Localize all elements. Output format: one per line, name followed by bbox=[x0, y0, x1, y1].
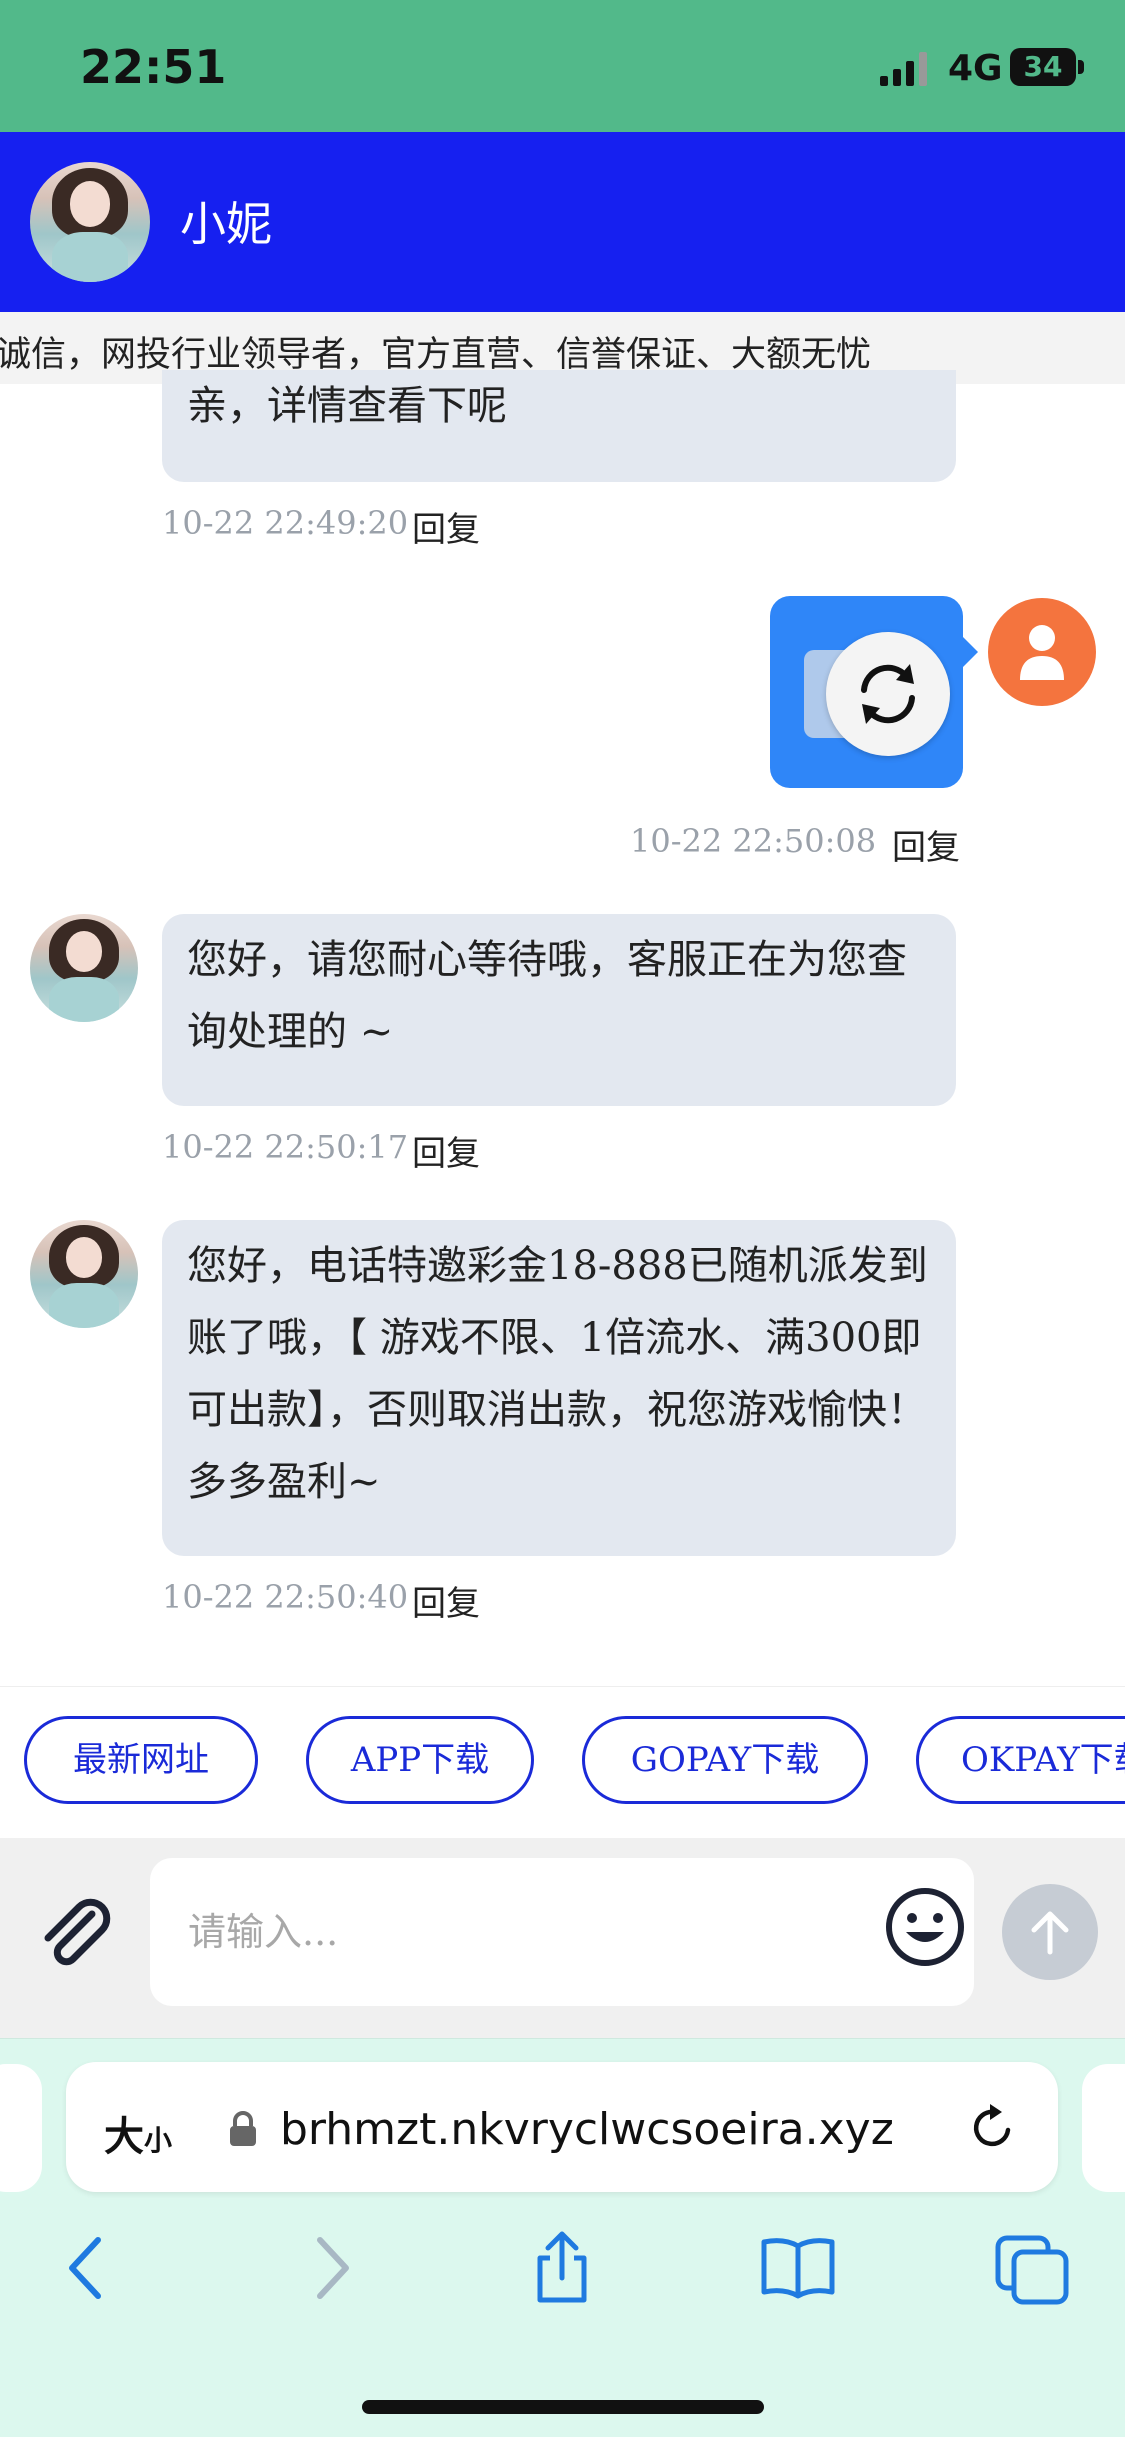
reply-button[interactable]: 回复 bbox=[892, 820, 960, 869]
status-time: 22:51 bbox=[80, 40, 227, 94]
bookmarks-icon[interactable] bbox=[758, 2228, 838, 2308]
text-size-small: 小 bbox=[144, 2124, 173, 2157]
emoji-icon[interactable] bbox=[884, 1886, 966, 1968]
refresh-icon[interactable] bbox=[964, 2100, 1020, 2156]
text-size-button[interactable]: 大小 bbox=[104, 2104, 172, 2162]
message-time: 10-22 22:50:17 bbox=[162, 1128, 409, 1166]
message-time: 10-22 22:50:08 bbox=[630, 822, 877, 860]
reload-icon bbox=[861, 664, 915, 724]
reply-button[interactable]: 回复 bbox=[412, 502, 480, 551]
message-bubble: 亲，详情查看下呢 bbox=[162, 370, 956, 482]
message-text: 您好，请您耐心等待哦，客服正在为您查询处理的 ~ bbox=[187, 937, 907, 1055]
signal-icon bbox=[880, 52, 927, 86]
agent-avatar bbox=[30, 1220, 138, 1328]
reply-button[interactable]: 回复 bbox=[412, 1126, 480, 1175]
quick-link-okpay-download[interactable]: OKPAY下载 bbox=[916, 1716, 1125, 1804]
message-bubble: 您好，电话特邀彩金18-888已随机派发到账了哦，【 游戏不限、1倍流水、满30… bbox=[162, 1220, 956, 1556]
chat-header bbox=[0, 132, 1125, 312]
quick-link-latest-url[interactable]: 最新网址 bbox=[24, 1716, 258, 1804]
url-text[interactable]: brhmzt.nkvryclwcsoeira.xyz bbox=[280, 2104, 928, 2155]
message-text: 亲，详情查看下呢 bbox=[187, 383, 507, 429]
previous-tab-preview[interactable] bbox=[0, 2064, 42, 2192]
next-tab-preview[interactable] bbox=[1082, 2064, 1125, 2192]
agent-avatar bbox=[30, 914, 138, 1022]
share-icon[interactable] bbox=[522, 2228, 602, 2308]
contact-name: 小妮 bbox=[180, 197, 272, 251]
battery-icon: 34 bbox=[1010, 48, 1076, 86]
user-icon bbox=[1020, 625, 1064, 680]
bubble-tail bbox=[960, 634, 978, 670]
message-text: 您好，电话特邀彩金18-888已随机派发到账了哦，【 游戏不限、1倍流水、满30… bbox=[187, 1243, 928, 1505]
network-type: 4G bbox=[948, 48, 1003, 89]
back-icon[interactable] bbox=[48, 2228, 128, 2308]
tabs-icon[interactable] bbox=[992, 2228, 1072, 2308]
message-time: 10-22 22:49:20 bbox=[162, 504, 409, 542]
lock-icon bbox=[230, 2111, 256, 2146]
home-indicator bbox=[362, 2400, 764, 2414]
forward-icon[interactable] bbox=[290, 2228, 370, 2308]
message-input[interactable] bbox=[150, 1858, 974, 2006]
paperclip-icon[interactable] bbox=[34, 1894, 116, 1976]
quick-link-gopay-download[interactable]: GOPAY下载 bbox=[582, 1716, 868, 1804]
reply-button[interactable]: 回复 bbox=[412, 1576, 480, 1625]
send-arrow-icon bbox=[1031, 1911, 1069, 1955]
message-time: 10-22 22:50:40 bbox=[162, 1578, 409, 1616]
message-bubble: 您好，请您耐心等待哦，客服正在为您查询处理的 ~ bbox=[162, 914, 956, 1106]
contact-avatar[interactable] bbox=[30, 162, 150, 282]
text-size-large: 大 bbox=[104, 2114, 144, 2160]
quick-link-app-download[interactable]: APP下载 bbox=[306, 1716, 534, 1804]
battery-terminal bbox=[1078, 60, 1084, 74]
